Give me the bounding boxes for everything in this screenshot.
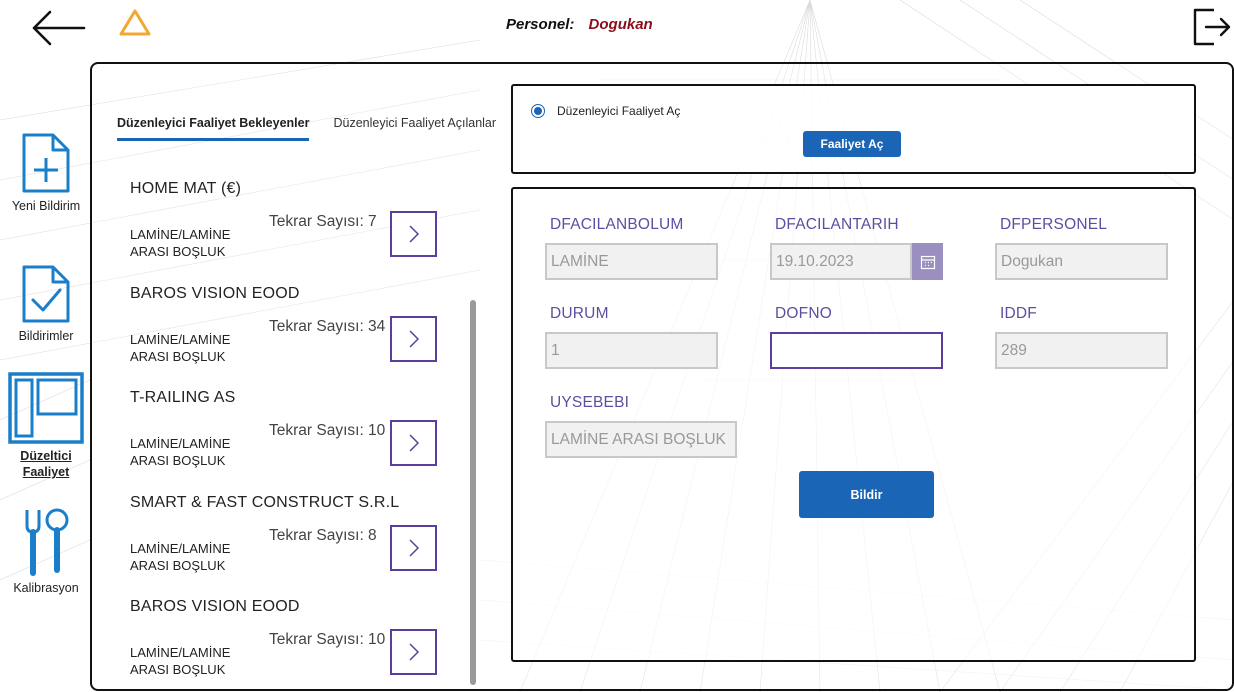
open-activity-panel: Düzenleyici Faaliyet Aç Faaliyet Aç — [511, 84, 1196, 174]
item-open-button[interactable] — [390, 629, 437, 675]
item-repeat-count: Tekrar Sayısı: 34 — [269, 317, 386, 335]
uysebebi-field[interactable]: LAMİNE ARASI BOŞLUK — [545, 421, 737, 458]
item-open-button[interactable] — [390, 524, 437, 571]
item-repeat-count: Tekrar Sayısı: 10 — [269, 422, 386, 439]
activity-form: DFACILANBOLUM LAMİNE DFACILANTARIH 19.10… — [511, 187, 1196, 662]
item-open-button[interactable] — [390, 315, 437, 362]
list-item: BAROS VISION EOOD LAMİNE/LAMİNE ARASI BO… — [118, 588, 468, 685]
radio-label: Düzenleyici Faaliyet Aç — [557, 104, 681, 118]
item-company: BAROS VISION EOOD — [130, 284, 300, 302]
bildir-button[interactable]: Bildir — [799, 471, 934, 518]
personel-display: Personel: Dogukan — [506, 16, 653, 33]
tools-icon — [25, 508, 69, 576]
chevron-right-icon — [408, 329, 419, 348]
chevron-right-icon — [408, 434, 419, 452]
radio-button[interactable] — [531, 104, 545, 118]
back-button[interactable] — [28, 8, 88, 48]
layout-panels-icon — [8, 372, 84, 444]
item-type: LAMİNE/LAMİNE ARASI BOŞLUK — [130, 436, 231, 468]
item-company: HOME MAT (€) — [130, 180, 242, 197]
chevron-right-icon — [408, 225, 419, 243]
uysebebi-label: UYSEBEBI — [550, 394, 630, 411]
durum-field[interactable]: 1 — [545, 332, 718, 369]
pending-activity-list: HOME MAT (€) LAMİNE/LAMİNE ARASI BOŞLUK … — [118, 170, 468, 685]
list-item: BAROS VISION EOOD LAMİNE/LAMİNE ARASI BO… — [118, 275, 468, 380]
calendar-icon — [920, 255, 935, 269]
triangle-logo-icon — [119, 9, 151, 36]
dfpersonel-label: DFPERSONEL — [1000, 216, 1108, 233]
back-arrow-icon — [32, 10, 86, 46]
item-open-button[interactable] — [390, 211, 437, 257]
logout-button[interactable] — [1192, 6, 1232, 48]
item-company: BAROS VISION EOOD — [130, 598, 300, 615]
tab-acilanlar[interactable]: Düzenleyici Faaliyet Açılanlar — [333, 116, 496, 141]
dfacilanbolum-label: DFACILANBOLUM — [550, 216, 684, 233]
item-type: LAMİNE/LAMİNE ARASI BOŞLUK — [130, 227, 231, 259]
new-document-icon — [22, 133, 70, 193]
app-logo — [118, 8, 152, 38]
dfacilantarih-field[interactable]: 19.10.2023 — [770, 243, 912, 280]
nav-item-bildirimler[interactable]: Bildirimler — [0, 264, 92, 344]
nav-label-kalibrasyon: Kalibrasyon — [13, 581, 79, 595]
item-type: LAMİNE/LAMİNE ARASI BOŞLUK — [130, 645, 231, 677]
iddf-label: IDDF — [1000, 305, 1037, 322]
dofno-label: DOFNO — [775, 305, 832, 322]
item-type: LAMİNE/LAMİNE ARASI BOŞLUK — [130, 331, 231, 364]
dofno-input[interactable] — [770, 332, 943, 369]
list-item: T-RAILING AS LAMİNE/LAMİNE ARASI BOŞLUK … — [118, 379, 468, 484]
checked-document-icon — [22, 265, 70, 323]
tab-bekleyenler[interactable]: Düzenleyici Faaliyet Bekleyenler — [117, 116, 310, 141]
durum-label: DURUM — [550, 305, 609, 322]
item-company: SMART & FAST CONSTRUCT S.R.L — [130, 493, 400, 511]
item-repeat-count: Tekrar Sayısı: 7 — [269, 213, 377, 230]
list-item: HOME MAT (€) LAMİNE/LAMİNE ARASI BOŞLUK … — [118, 170, 468, 275]
personel-name: Dogukan — [588, 16, 653, 33]
item-repeat-count: Tekrar Sayısı: 8 — [269, 526, 377, 544]
iddf-field[interactable]: 289 — [995, 332, 1168, 369]
personel-label: Personel: — [506, 16, 575, 33]
chevron-right-icon — [408, 538, 419, 557]
nav-label-duzeltici-line1: Düzeltici — [20, 449, 72, 463]
list-item: SMART & FAST CONSTRUCT S.R.L LAMİNE/LAMİ… — [118, 484, 468, 589]
logout-icon — [1193, 8, 1231, 46]
nav-item-duzeltici-faaliyet[interactable]: Düzeltici Faaliyet — [0, 372, 92, 480]
list-scrollbar[interactable] — [470, 300, 476, 685]
nav-label-bildirimler: Bildirimler — [18, 329, 74, 343]
chevron-right-icon — [408, 643, 419, 661]
tab-bar: Düzenleyici Faaliyet Bekleyenler Düzenle… — [117, 116, 520, 141]
nav-label-yeni-bildirim: Yeni Bildirim — [11, 199, 81, 213]
open-activity-button[interactable]: Faaliyet Aç — [803, 131, 901, 157]
item-company: T-RAILING AS — [130, 389, 236, 406]
nav-label-duzeltici-line2: Faaliyet — [22, 465, 70, 479]
item-type: LAMİNE/LAMİNE ARASI BOŞLUK — [130, 540, 231, 573]
item-repeat-count: Tekrar Sayısı: 10 — [269, 631, 386, 648]
dfacilanbolum-field[interactable]: LAMİNE — [545, 243, 718, 280]
dfacilantarih-label: DFACILANTARIH — [775, 216, 899, 233]
date-picker-button[interactable] — [912, 243, 943, 280]
open-activity-radio-option[interactable]: Düzenleyici Faaliyet Aç — [531, 104, 680, 118]
nav-item-yeni-bildirim[interactable]: Yeni Bildirim — [0, 132, 92, 214]
item-open-button[interactable] — [390, 420, 437, 466]
dfpersonel-field[interactable]: Dogukan — [995, 243, 1168, 280]
nav-item-kalibrasyon[interactable]: Kalibrasyon — [0, 506, 92, 596]
